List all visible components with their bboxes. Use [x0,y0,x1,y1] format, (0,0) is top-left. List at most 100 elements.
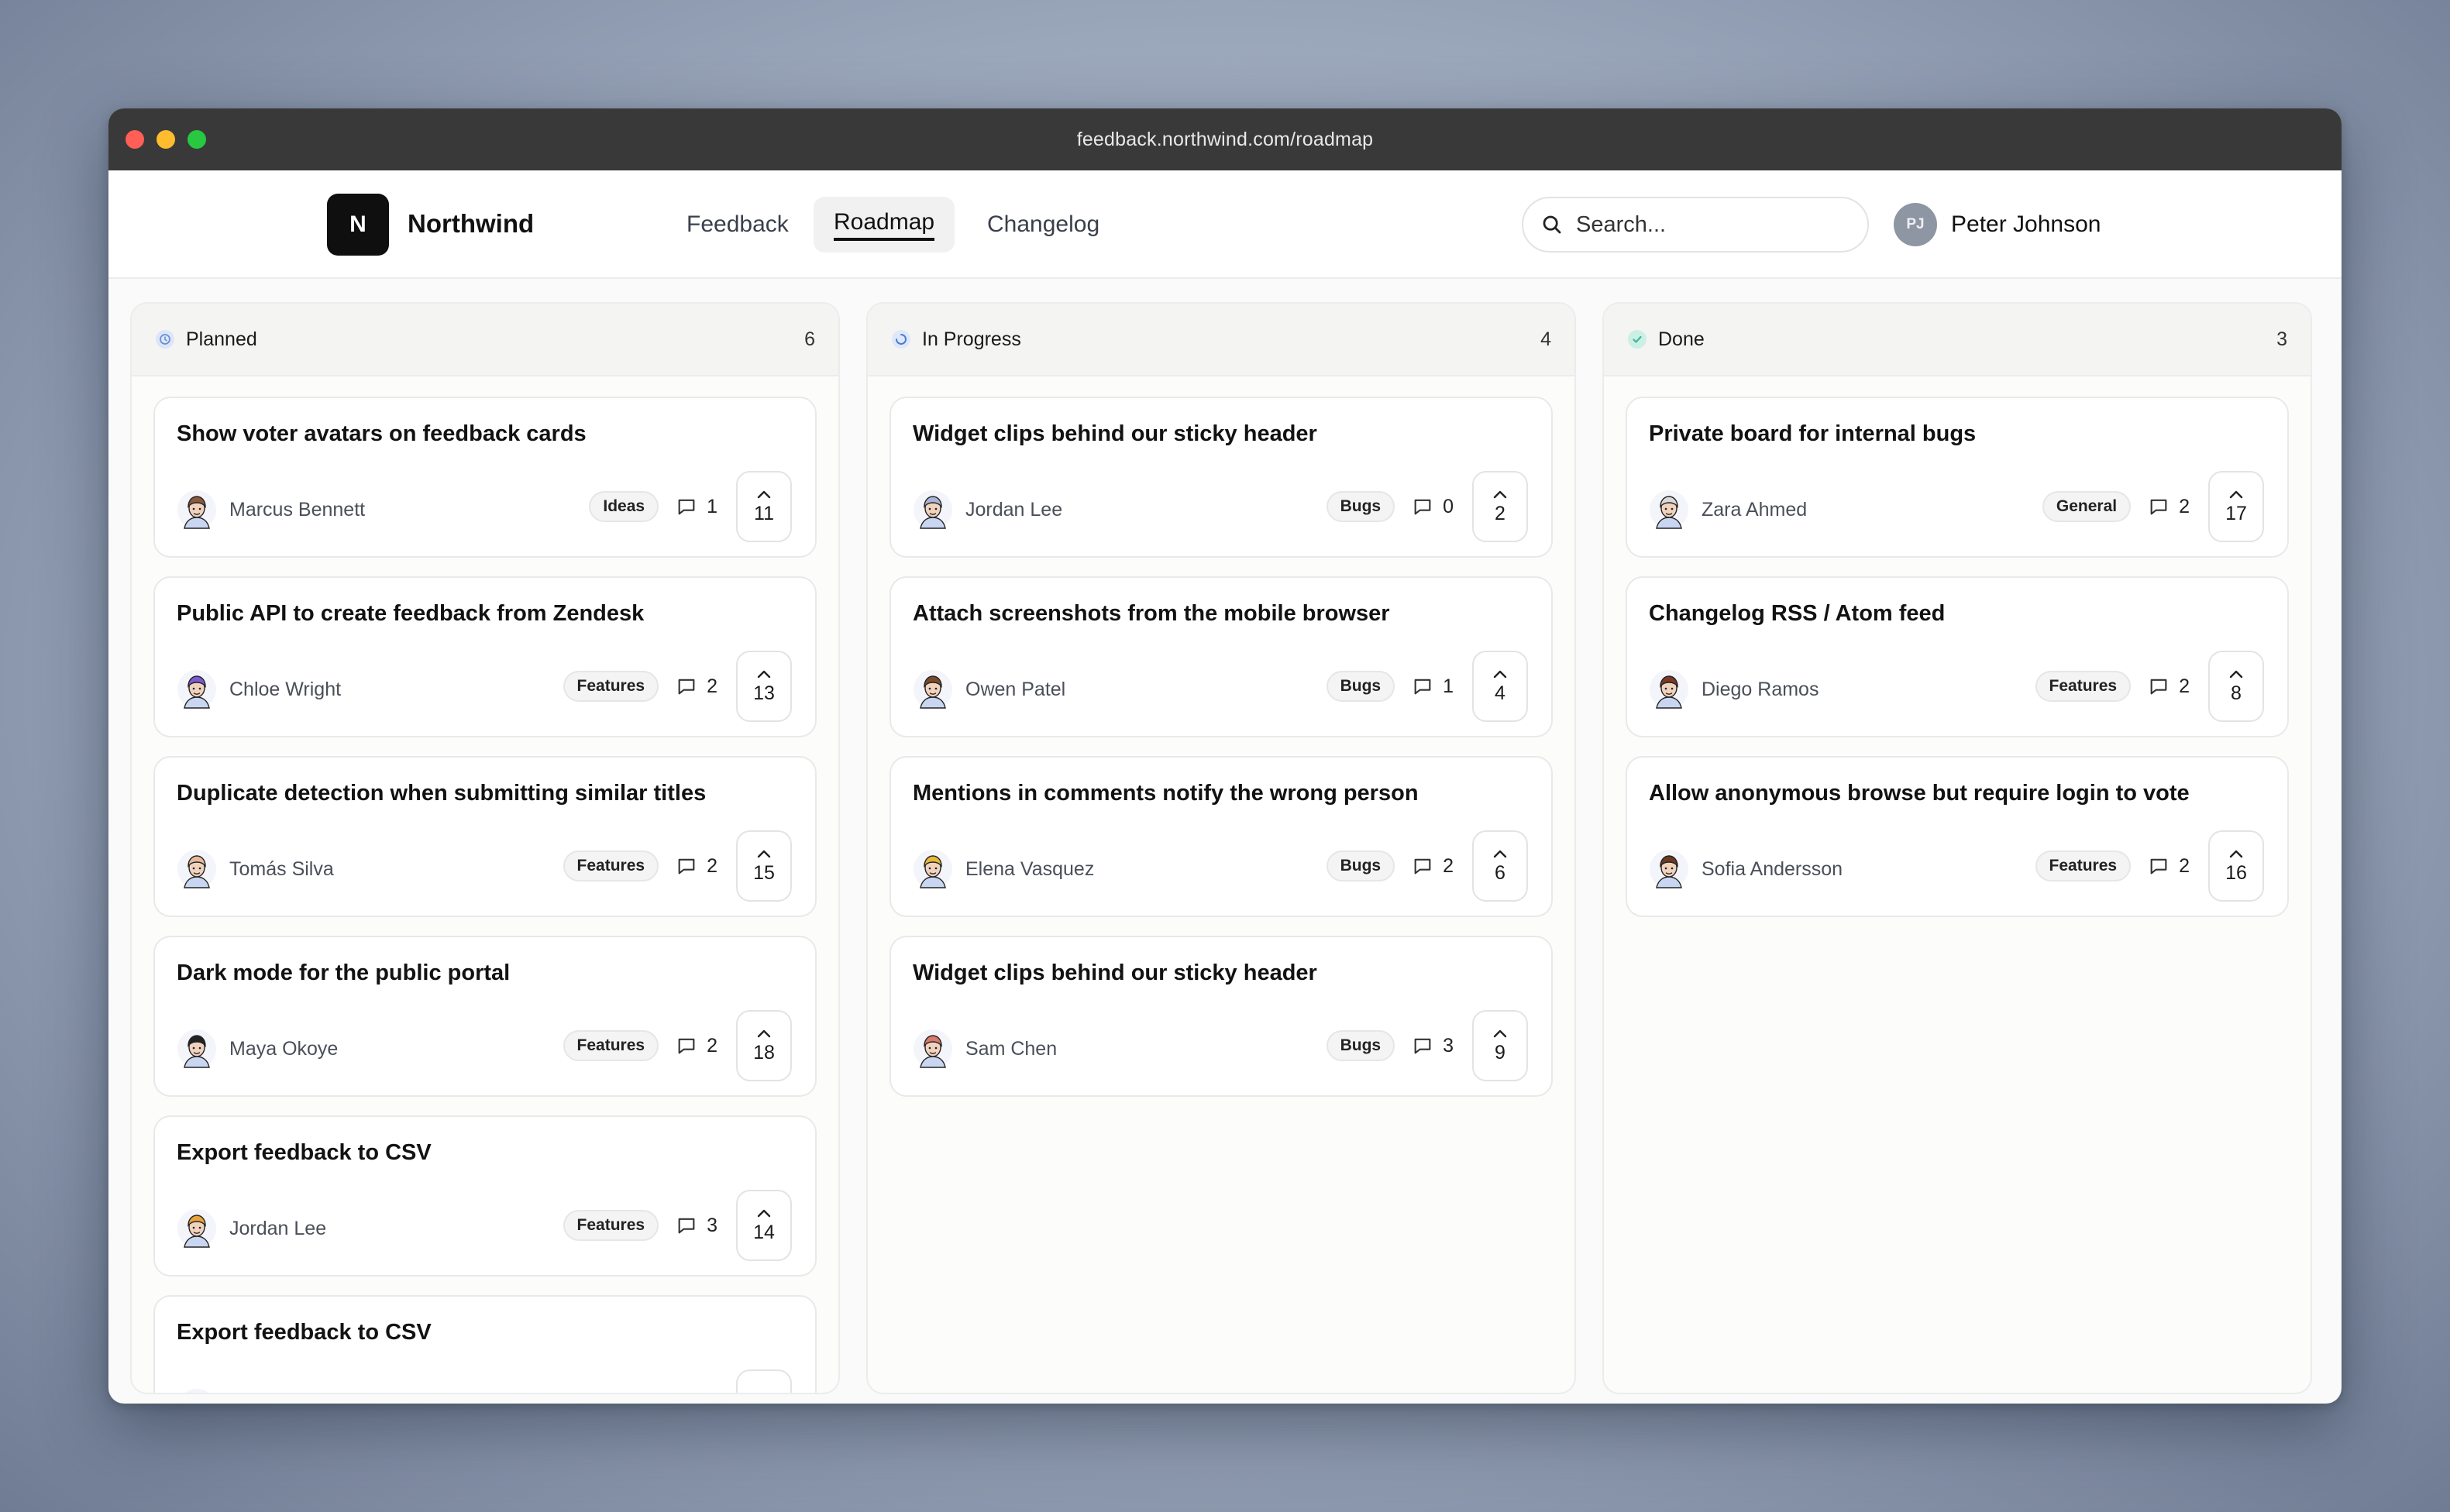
user-avatar[interactable]: PJ [1894,203,1937,246]
feedback-card[interactable]: Attach screenshots from the mobile brows… [890,576,1553,737]
upvote-button[interactable] [736,1369,792,1393]
card-title[interactable]: Show voter avatars on feedback cards [177,421,587,447]
card-title[interactable]: Private board for internal bugs [1649,421,1976,447]
feedback-card[interactable]: Duplicate detection when submitting simi… [153,756,817,917]
feedback-card[interactable]: Changelog RSS / Atom feed Diego Ramos Feat… [1626,576,2289,737]
category-tag[interactable]: Features [563,850,659,881]
column-count: 6 [804,328,815,350]
vote-count: 6 [1495,861,1505,884]
vote-count: 15 [753,861,775,884]
card-title[interactable]: Mentions in comments notify the wrong pe… [913,781,1419,806]
upvote-button[interactable]: 11 [736,471,792,542]
upvote-button[interactable]: 4 [1472,651,1528,722]
tab-feedback[interactable]: Feedback [666,197,809,253]
user-menu[interactable]: PJ Peter Johnson [1894,203,2101,246]
category-tag[interactable]: Ideas [589,491,659,522]
card-title[interactable]: Changelog RSS / Atom feed [1649,601,1945,627]
card-title[interactable]: Widget clips behind our sticky header [913,960,1317,986]
brand-name[interactable]: Northwind [408,209,534,239]
card-title[interactable]: Public API to create feedback from Zende… [177,601,644,627]
card-title[interactable]: Duplicate detection when submitting simi… [177,781,706,806]
comment-count[interactable]: 2 [676,1035,717,1057]
comment-count[interactable]: 3 [1412,1035,1454,1057]
column-in-progress: In Progress 4 Widget clips behind our stic… [866,302,1576,1394]
comment-count[interactable]: 1 [1412,675,1454,698]
feedback-card[interactable]: Widget clips behind our sticky header Sam… [890,936,1553,1097]
comment-count[interactable]: 2 [676,855,717,878]
category-tag[interactable]: Bugs [1326,850,1395,881]
upvote-chevron-icon [757,670,771,678]
comment-count[interactable]: 2 [2148,675,2190,698]
card-title[interactable]: Widget clips behind our sticky header [913,421,1317,447]
card-title[interactable]: Attach screenshots from the mobile brows… [913,601,1390,627]
upvote-button[interactable]: 13 [736,651,792,722]
vote-count: 14 [753,1221,775,1243]
card-title[interactable]: Allow anonymous browse but require login… [1649,781,2190,806]
card-list: Widget clips behind our sticky header Jor… [868,376,1574,1117]
comment-count[interactable]: 2 [2148,855,2190,878]
author-name: Maya Okoye [229,1037,339,1060]
comment-count[interactable]: 2 [1412,855,1454,878]
category-tag[interactable]: General [2042,491,2132,522]
upvote-button[interactable]: 6 [1472,830,1528,902]
upvote-button[interactable]: 14 [736,1190,792,1261]
upvote-button[interactable]: 18 [736,1010,792,1081]
category-tag[interactable]: Bugs [1326,671,1395,702]
vote-count: 18 [753,1041,775,1064]
author-name: Jordan Lee [229,1217,327,1239]
minimize-window-button[interactable] [157,130,175,149]
tab-label: Changelog [987,211,1100,237]
tab-roadmap[interactable]: Roadmap [814,197,955,253]
card-author: Jordan Lee [177,1208,326,1249]
card-title[interactable]: Dark mode for the public portal [177,960,510,986]
card-title[interactable]: Export feedback to CSV [177,1140,432,1166]
category-tag[interactable]: Features [563,1030,659,1061]
feedback-card[interactable]: Public API to create feedback from Zende… [153,576,817,737]
upvote-button[interactable]: 8 [2208,651,2264,722]
card-title[interactable]: Export feedback to CSV [177,1320,432,1345]
upvote-button[interactable]: 2 [1472,471,1528,542]
upvote-button[interactable]: 9 [1472,1010,1528,1081]
feedback-card[interactable]: Widget clips behind our sticky header Jor… [890,397,1553,558]
column-header: In Progress 4 [868,304,1574,376]
comment-icon [678,1218,695,1234]
feedback-card[interactable]: Export feedback to CSV Jordan Lee Features… [153,1115,817,1277]
feedback-card[interactable]: Mentions in comments notify the wrong pe… [890,756,1553,917]
card-stats: Features 2 13 [563,651,792,722]
column-count: 4 [1540,328,1551,350]
feedback-card[interactable]: Dark mode for the public portal Maya Okoy… [153,936,817,1097]
feedback-card[interactable]: Private board for internal bugs Zara Ahme… [1626,397,2289,558]
tab-changelog[interactable]: Changelog [967,197,1120,253]
comment-count[interactable]: 2 [676,675,717,698]
category-tag[interactable]: Features [563,1210,659,1241]
card-author: Chloe Wright [177,669,341,710]
comment-count[interactable]: 2 [2148,496,2190,518]
upvote-button[interactable]: 15 [736,830,792,902]
feedback-card[interactable]: Export feedback to CSV [153,1295,817,1393]
vote-count: 2 [1495,502,1505,524]
comment-count[interactable]: 3 [676,1215,717,1237]
search-input[interactable] [1576,211,1839,238]
maximize-window-button[interactable] [188,130,206,149]
comment-count[interactable]: 1 [676,496,717,518]
comment-icon [2150,499,2167,515]
upvote-button[interactable]: 16 [2208,830,2264,902]
comment-count[interactable]: 0 [1412,496,1454,518]
feedback-card[interactable]: Show voter avatars on feedback cards Marc… [153,397,817,558]
comment-count-value: 3 [1443,1034,1454,1057]
feedback-card[interactable]: Allow anonymous browse but require login… [1626,756,2289,917]
vote-count: 17 [2225,502,2247,524]
category-tag[interactable]: Bugs [1326,1030,1395,1061]
comment-icon [2150,858,2167,875]
category-tag[interactable]: Features [2035,671,2132,702]
address-url[interactable]: feedback.northwind.com/roadmap [1077,129,1374,151]
category-tag[interactable]: Bugs [1326,491,1395,522]
upvote-button[interactable]: 17 [2208,471,2264,542]
author-avatar-icon [185,1389,208,1393]
category-tag[interactable]: Features [2035,850,2132,881]
close-window-button[interactable] [126,130,144,149]
search-box[interactable] [1522,197,1869,253]
author-avatar-icon [914,850,952,888]
logo[interactable]: N [327,194,389,256]
category-tag[interactable]: Features [563,671,659,702]
